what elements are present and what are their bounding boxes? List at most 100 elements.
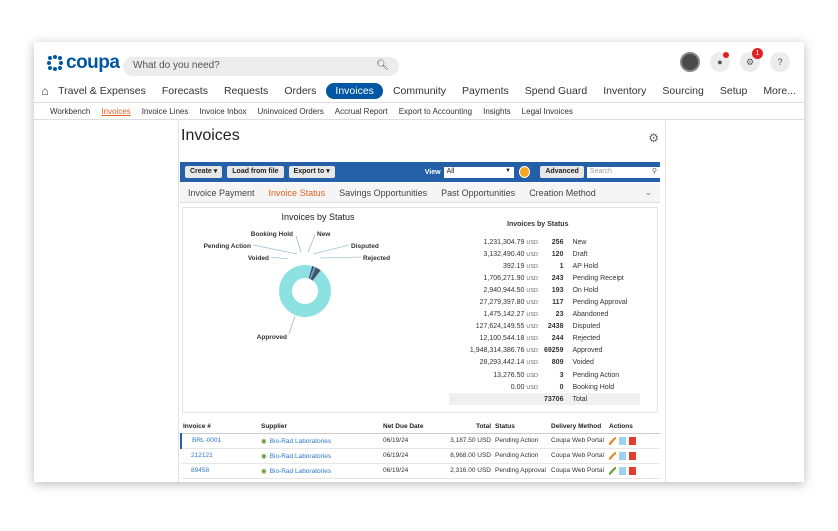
- status-amount: 392.19 USD: [449, 260, 541, 272]
- status-label[interactable]: Abandoned: [566, 309, 640, 321]
- view-select[interactable]: All ▼: [443, 166, 514, 178]
- nav-orders[interactable]: Orders: [284, 85, 316, 97]
- nav-sourcing[interactable]: Sourcing: [662, 85, 703, 97]
- export-to-button[interactable]: Export to ▾: [288, 166, 335, 178]
- subnav-invoice-inbox[interactable]: Invoice Inbox: [199, 107, 246, 116]
- col-supplier[interactable]: Supplier: [259, 420, 381, 434]
- coupa-logo[interactable]: coupa: [46, 52, 120, 74]
- status-label[interactable]: Disputed: [566, 321, 640, 333]
- status-label[interactable]: Approved: [566, 345, 640, 357]
- subnav-invoices[interactable]: Invoices: [101, 107, 130, 116]
- table-row[interactable]: 2121245◉Bio-Rad Laboratories06/19/241,12…: [181, 478, 660, 482]
- nav-spend-guard[interactable]: Spend Guard: [525, 85, 587, 97]
- table-row[interactable]: BRL-0001 ◉ Bio-Rad Laboratories 06/19/24 3,1…: [180, 433, 660, 449]
- table-header-row: Invoice # Supplier Net Due Date Total St…: [181, 420, 660, 434]
- copy-icon[interactable]: [619, 436, 626, 445]
- pdf-icon[interactable]: [629, 466, 636, 475]
- supplier-link[interactable]: Bio-Rad Laboratories: [270, 453, 331, 460]
- nav-requests[interactable]: Requests: [224, 85, 268, 97]
- donut-slice-approved[interactable]: [279, 265, 331, 317]
- tab-savings-opportunities[interactable]: Savings Opportunities: [339, 188, 427, 198]
- col-delivery-method[interactable]: Delivery Method: [549, 420, 607, 434]
- nav-invoices[interactable]: Invoices: [326, 83, 383, 99]
- subnav-uninvoiced-orders[interactable]: Uninvoiced Orders: [258, 107, 324, 116]
- create-button[interactable]: Create ▾: [185, 166, 223, 178]
- edit-icon[interactable]: [609, 481, 616, 482]
- status-label[interactable]: Booking Hold: [566, 381, 640, 393]
- load-from-file-button[interactable]: Load from file: [227, 166, 284, 178]
- subnav-export-to-accounting[interactable]: Export to Accounting: [399, 107, 472, 116]
- subnav-accrual-report[interactable]: Accrual Report: [335, 107, 388, 116]
- search-icon[interactable]: 🔍︎: [376, 60, 389, 71]
- amount-value: 1,706,271.90: [483, 274, 525, 282]
- copy-icon[interactable]: [619, 451, 626, 460]
- subnav-legal-invoices[interactable]: Legal Invoices: [522, 107, 573, 116]
- invoice-link[interactable]: BRL-0001: [192, 437, 221, 444]
- status-label[interactable]: On Hold: [566, 284, 640, 296]
- actions-cell: [607, 478, 660, 482]
- notifications-bell-icon[interactable]: ●: [710, 52, 730, 72]
- status-summary-table: 1,231,304.79 USD 256 New 3,132,490.40 USD 12…: [449, 236, 641, 406]
- table-search-input[interactable]: Search ⚲: [586, 166, 660, 178]
- create-label: Create: [190, 168, 212, 175]
- help-icon[interactable]: ?: [770, 52, 790, 72]
- table-row[interactable]: 89458 ◉ Bio-Rad Laboratories 06/19/24 2,316.…: [181, 463, 660, 479]
- home-icon[interactable]: ⌂: [40, 84, 50, 98]
- status-label[interactable]: Pending Approval: [566, 296, 640, 308]
- tabs-chevron-down-icon[interactable]: ⌄: [644, 187, 652, 198]
- nav-travel-expenses[interactable]: Travel & Expenses: [58, 85, 146, 97]
- col-total[interactable]: Total: [443, 420, 493, 434]
- supplier-link[interactable]: Bio-Rad Laboratories: [270, 468, 331, 475]
- advanced-search-button[interactable]: Advanced: [540, 166, 584, 178]
- supplier-link[interactable]: Bio-Rad Laboratories: [270, 438, 331, 445]
- callout-line: [270, 256, 289, 260]
- status-label[interactable]: Pending Receipt: [566, 272, 640, 284]
- pdf-icon[interactable]: [629, 481, 636, 482]
- status-label[interactable]: Pending Action: [566, 369, 640, 381]
- col-net-due-date[interactable]: Net Due Date: [381, 420, 443, 434]
- tab-invoice-status[interactable]: Invoice Status: [269, 188, 326, 198]
- nav-more[interactable]: More...: [763, 85, 796, 97]
- subnav-workbench[interactable]: Workbench: [50, 107, 90, 116]
- status-label[interactable]: AP Hold: [566, 260, 640, 272]
- cart-icon[interactable]: ⚙︎ 1: [740, 48, 763, 72]
- subnav-invoice-lines[interactable]: Invoice Lines: [142, 107, 189, 116]
- status-row: 13,276.50 USD 3 Pending Action: [449, 369, 640, 381]
- delivery-method-cell: Coupa Web Portal: [549, 478, 607, 482]
- tab-past-opportunities[interactable]: Past Opportunities: [441, 188, 515, 198]
- status-label[interactable]: Rejected: [566, 333, 640, 345]
- nav-community[interactable]: Community: [393, 85, 446, 97]
- approve-icon[interactable]: [609, 466, 616, 475]
- col-status[interactable]: Status: [493, 420, 549, 434]
- nav-forecasts[interactable]: Forecasts: [162, 85, 208, 97]
- invoice-link[interactable]: 212121: [191, 452, 213, 459]
- invoice-link[interactable]: 89458: [191, 467, 209, 474]
- user-avatar[interactable]: [680, 52, 700, 72]
- tab-invoice-payment[interactable]: Invoice Payment: [188, 188, 255, 198]
- copy-icon[interactable]: [619, 481, 626, 482]
- nav-setup[interactable]: Setup: [720, 85, 747, 97]
- table-row[interactable]: 212121 ◉ Bio-Rad Laboratories 06/19/24 8,968…: [181, 448, 660, 464]
- status-label[interactable]: New: [566, 236, 640, 248]
- subnav-insights[interactable]: Insights: [483, 107, 511, 116]
- pdf-icon[interactable]: [629, 451, 636, 460]
- callout-line: [319, 256, 362, 259]
- copy-icon[interactable]: [619, 466, 626, 475]
- amount-value: 1,948,314,386.76: [469, 347, 525, 355]
- currency-label: USD: [526, 287, 538, 294]
- search-icon[interactable]: ⚲: [652, 167, 657, 175]
- status-label[interactable]: Voided: [566, 357, 640, 369]
- nav-payments[interactable]: Payments: [462, 85, 509, 97]
- tab-creation-method[interactable]: Creation Method: [529, 188, 596, 198]
- notification-dot: [723, 52, 729, 58]
- edit-icon[interactable]: [609, 436, 616, 445]
- global-search-input[interactable]: What do you need? 🔍︎: [123, 57, 399, 76]
- col-invoice-number[interactable]: Invoice #: [181, 420, 259, 434]
- edit-icon[interactable]: [609, 451, 616, 460]
- view-filter-icon[interactable]: [518, 166, 531, 178]
- status-label[interactable]: Draft: [566, 248, 640, 260]
- status-row: 28,293,442.14 USD 809 Voided: [449, 357, 640, 369]
- nav-inventory[interactable]: Inventory: [603, 85, 646, 97]
- settings-gear-icon[interactable]: ⚙: [648, 131, 659, 145]
- pdf-icon[interactable]: [629, 436, 636, 445]
